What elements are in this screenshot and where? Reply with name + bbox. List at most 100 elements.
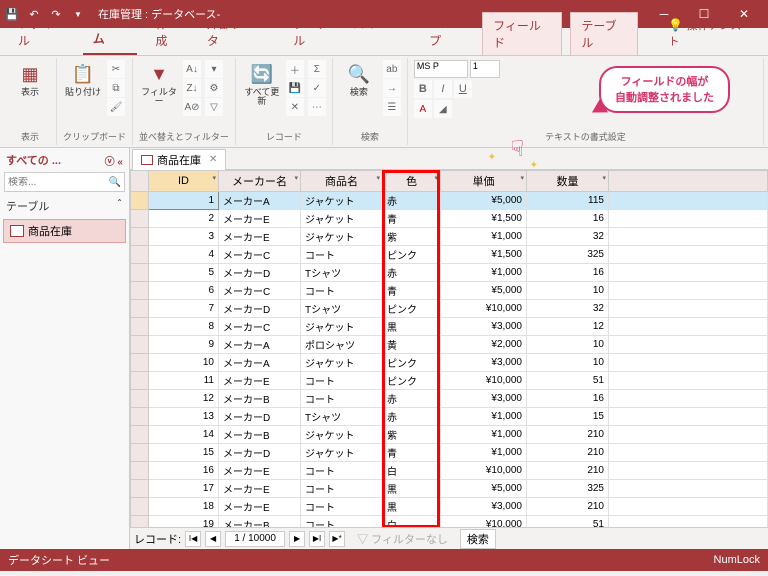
sort-asc-icon[interactable]: A↓ [183,60,201,78]
tab-external[interactable]: 外部データ [197,9,275,55]
col-color[interactable]: 色▾ [383,171,441,192]
cell-price[interactable]: ¥1,500 [441,246,527,264]
cell-product[interactable]: ポロシャツ [301,336,383,354]
cell-price[interactable]: ¥1,000 [441,426,527,444]
cell-price[interactable]: ¥1,000 [441,228,527,246]
cell-price[interactable]: ¥1,000 [441,408,527,426]
tab-create[interactable]: 作成 [145,9,188,55]
more-icon[interactable]: ⋯ [308,98,326,116]
row-selector[interactable] [131,282,149,300]
cell-maker[interactable]: メーカーE [219,480,301,498]
tab-dbtools[interactable]: データベース ツール [283,9,411,55]
row-selector[interactable] [131,372,149,390]
row-selector[interactable] [131,426,149,444]
selection-icon[interactable]: ▾ [205,60,223,78]
fill-color-icon[interactable]: ◢ [434,100,452,118]
cell-color[interactable]: 青 [383,210,441,228]
cell-color[interactable]: 赤 [383,408,441,426]
cell-maker[interactable]: メーカーB [219,390,301,408]
nav-title[interactable]: すべての ... [6,152,61,168]
cell-maker[interactable]: メーカーA [219,354,301,372]
cell-color[interactable]: 黒 [383,480,441,498]
cell-qty[interactable]: 210 [527,498,609,516]
refresh-button[interactable]: 🔄すべて更新 [242,60,282,108]
cell-id[interactable]: 16 [149,462,219,480]
nav-search-input[interactable] [8,177,109,188]
row-selector[interactable] [131,480,149,498]
cell-color[interactable]: 青 [383,444,441,462]
find-button[interactable]: 🔍検索 [339,60,379,99]
cell-product[interactable]: Tシャツ [301,408,383,426]
cell-qty[interactable]: 210 [527,462,609,480]
cell-color[interactable]: ピンク [383,246,441,264]
cell-qty[interactable]: 115 [527,192,609,210]
cell-maker[interactable]: メーカーE [219,498,301,516]
cell-id[interactable]: 7 [149,300,219,318]
cell-qty[interactable]: 32 [527,300,609,318]
last-record-button[interactable]: ▶I [309,531,325,547]
cell-maker[interactable]: メーカーE [219,372,301,390]
first-record-button[interactable]: I◀ [185,531,201,547]
cell-color[interactable]: 黒 [383,498,441,516]
col-price[interactable]: 単価▾ [441,171,527,192]
col-id[interactable]: ID▾ [149,171,219,192]
replace-icon[interactable]: ab [383,60,401,78]
cell-product[interactable]: ジャケット [301,426,383,444]
cell-id[interactable]: 10 [149,354,219,372]
cell-product[interactable]: ジャケット [301,192,383,210]
prev-record-button[interactable]: ◀ [205,531,221,547]
cell-qty[interactable]: 51 [527,372,609,390]
bold-button[interactable]: B [414,80,432,98]
tab-home[interactable]: ホーム [83,7,138,55]
cell-color[interactable]: 青 [383,282,441,300]
select-all-cell[interactable] [131,171,149,192]
table-row[interactable]: 6メーカーCコート青¥5,00010 [131,282,768,300]
cell-id[interactable]: 8 [149,318,219,336]
cell-qty[interactable]: 12 [527,318,609,336]
cell-maker[interactable]: メーカーA [219,192,301,210]
col-product[interactable]: 商品名▾ [301,171,383,192]
cell-qty[interactable]: 16 [527,390,609,408]
view-button[interactable]: ▦表示 [10,60,50,99]
cell-id[interactable]: 15 [149,444,219,462]
table-row[interactable]: 19メーカーBコート白¥10,00051 [131,516,768,528]
cell-product[interactable]: コート [301,246,383,264]
cell-id[interactable]: 17 [149,480,219,498]
cell-maker[interactable]: メーカーC [219,246,301,264]
cell-maker[interactable]: メーカーB [219,426,301,444]
cell-id[interactable]: 14 [149,426,219,444]
cell-maker[interactable]: メーカーD [219,408,301,426]
next-record-button[interactable]: ▶ [289,531,305,547]
table-row[interactable]: 4メーカーCコートピンク¥1,500325 [131,246,768,264]
cell-product[interactable]: コート [301,282,383,300]
toggle-filter-icon[interactable]: ▽ [205,98,223,116]
cell-id[interactable]: 6 [149,282,219,300]
cell-product[interactable]: コート [301,516,383,528]
table-row[interactable]: 5メーカーDTシャツ赤¥1,00016 [131,264,768,282]
table-row[interactable]: 13メーカーDTシャツ赤¥1,00015 [131,408,768,426]
table-row[interactable]: 3メーカーEジャケット紫¥1,00032 [131,228,768,246]
row-selector[interactable] [131,516,149,528]
font-size-combo[interactable]: 1 [470,60,500,78]
new-record-icon[interactable]: ＋ [286,60,304,78]
table-row[interactable]: 7メーカーDTシャツピンク¥10,00032 [131,300,768,318]
cell-price[interactable]: ¥5,000 [441,282,527,300]
tab-table[interactable]: テーブル [570,12,638,55]
table-row[interactable]: 16メーカーEコート白¥10,000210 [131,462,768,480]
cell-maker[interactable]: メーカーE [219,462,301,480]
cell-price[interactable]: ¥10,000 [441,516,527,528]
cell-color[interactable]: 白 [383,462,441,480]
cell-price[interactable]: ¥3,000 [441,318,527,336]
cell-maker[interactable]: メーカーD [219,444,301,462]
fmt-painter-icon[interactable]: 🖌 [107,98,125,116]
cell-qty[interactable]: 16 [527,210,609,228]
cell-qty[interactable]: 210 [527,426,609,444]
cell-qty[interactable]: 10 [527,282,609,300]
cell-product[interactable]: コート [301,498,383,516]
cell-price[interactable]: ¥5,000 [441,192,527,210]
spelling-icon[interactable]: ✓ [308,79,326,97]
cell-price[interactable]: ¥1,000 [441,264,527,282]
cell-price[interactable]: ¥1,000 [441,444,527,462]
cell-id[interactable]: 5 [149,264,219,282]
row-selector[interactable] [131,408,149,426]
